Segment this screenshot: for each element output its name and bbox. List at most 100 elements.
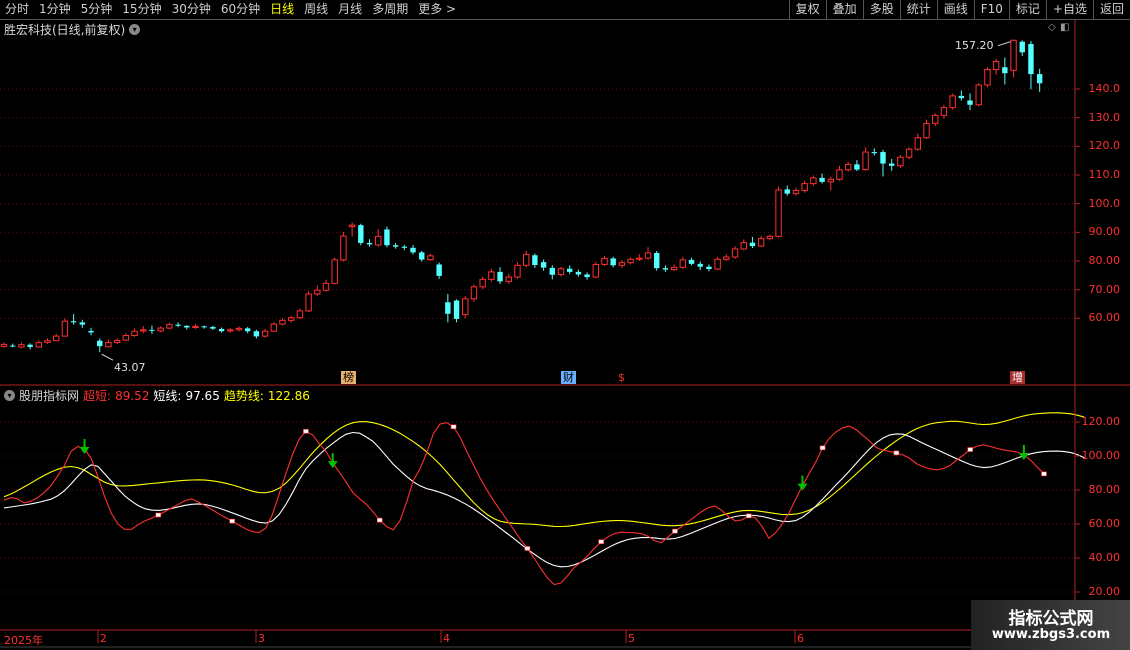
candle-body	[784, 189, 790, 194]
candle-55	[479, 276, 486, 290]
candle-27	[235, 326, 243, 332]
candle-body	[192, 325, 199, 329]
candle-body	[210, 326, 216, 329]
candle-66	[575, 269, 582, 277]
candle-body	[522, 253, 530, 266]
xtick-label: 5	[628, 632, 635, 645]
candle-31	[270, 322, 277, 332]
candle-53	[462, 295, 469, 319]
candle-body	[819, 177, 825, 182]
candle-12	[105, 339, 112, 348]
trend-line-label: 趋势线:	[223, 389, 264, 403]
candle-body	[670, 266, 678, 271]
candle-91	[792, 187, 800, 196]
candle-body	[688, 259, 695, 264]
candle-body	[731, 248, 739, 258]
candle-body	[401, 246, 408, 248]
candle-body	[105, 341, 112, 348]
candle-73	[636, 254, 643, 261]
candle-body	[775, 189, 782, 237]
candle-96	[836, 165, 843, 181]
candle-body	[470, 286, 478, 300]
low-pointer	[101, 353, 114, 361]
candle-body	[958, 95, 965, 99]
price-ytick-label: 60.00	[1088, 311, 1121, 325]
candle-body	[53, 335, 60, 342]
candle-body	[497, 271, 503, 282]
candle-body	[201, 326, 207, 328]
candle-78	[679, 256, 687, 270]
candle-body	[766, 235, 774, 240]
candle-111	[967, 93, 973, 111]
candle-72	[627, 257, 634, 265]
chart-area[interactable]	[0, 0, 1130, 650]
price-ytick-label: 100.0	[1088, 196, 1121, 210]
candle-body	[505, 276, 512, 282]
candle-115	[1002, 57, 1008, 85]
marker-zeng[interactable]: 增	[1010, 371, 1025, 384]
candle-body	[149, 329, 155, 331]
ind-ytick-label: 100.00	[1081, 449, 1121, 462]
candle-body	[836, 169, 843, 180]
candle-62	[540, 259, 547, 271]
candle-body	[827, 178, 834, 183]
candle-101	[880, 149, 886, 177]
candle-body	[88, 330, 94, 333]
candle-79	[688, 257, 695, 266]
candle-37	[322, 279, 330, 292]
candle-body	[514, 264, 521, 278]
candle-30	[261, 328, 269, 338]
candle-14	[122, 333, 130, 341]
candle-108	[940, 104, 948, 119]
candle-body	[1010, 39, 1017, 71]
chevron-down-icon[interactable]: ▾	[129, 24, 141, 35]
chevron-down-icon[interactable]: ▾	[4, 390, 15, 401]
candle-86	[749, 236, 756, 249]
candle-56	[488, 268, 495, 282]
marker-dollar[interactable]: $	[616, 371, 627, 384]
candle-26	[227, 328, 234, 333]
signal-marker-78	[524, 546, 531, 551]
signal-marker-45	[303, 429, 309, 434]
candle-body	[584, 274, 590, 278]
candle-44	[384, 226, 390, 248]
candle-35	[305, 291, 312, 313]
candle-body	[419, 252, 425, 260]
candle-body	[932, 114, 939, 124]
candle-34	[296, 308, 304, 319]
candle-64	[557, 266, 565, 277]
candle-80	[697, 261, 703, 271]
marker-bang[interactable]: 榜	[341, 371, 356, 384]
candle-75	[654, 250, 660, 271]
xtick-label: 6	[797, 632, 804, 645]
candle-body	[253, 331, 260, 337]
panel-toggle-icon[interactable]: ◧	[1060, 22, 1069, 33]
signal-marker-34	[229, 518, 235, 524]
candle-body	[914, 137, 922, 150]
candle-body	[992, 60, 1000, 71]
candle-body	[532, 255, 538, 266]
watermark-url: www.zbgs3.com	[991, 627, 1111, 642]
candle-body	[801, 183, 808, 191]
diamond-icon[interactable]: ◇	[1048, 22, 1056, 33]
candle-body	[375, 235, 382, 246]
price-panel-title: 胜宏科技(日线,前复权) ▾	[4, 21, 141, 38]
candle-89	[775, 186, 782, 238]
candle-body	[984, 69, 991, 86]
candle-18	[157, 326, 164, 333]
candle-body	[235, 327, 243, 331]
candle-81	[706, 264, 712, 272]
candle-46	[401, 244, 408, 251]
candle-20	[175, 322, 181, 328]
candle-100	[871, 148, 877, 156]
candle-16	[140, 326, 147, 334]
candle-90	[784, 185, 790, 196]
watermark-title: 指标公式网	[1008, 609, 1094, 629]
candle-body	[287, 317, 295, 321]
marker-cai[interactable]: 财	[561, 371, 576, 384]
panel-borders	[0, 20, 1130, 648]
candle-59	[514, 262, 521, 279]
candle-63	[549, 265, 555, 280]
candle-body	[436, 264, 442, 276]
ultra-short-label: 超短:	[83, 389, 112, 403]
